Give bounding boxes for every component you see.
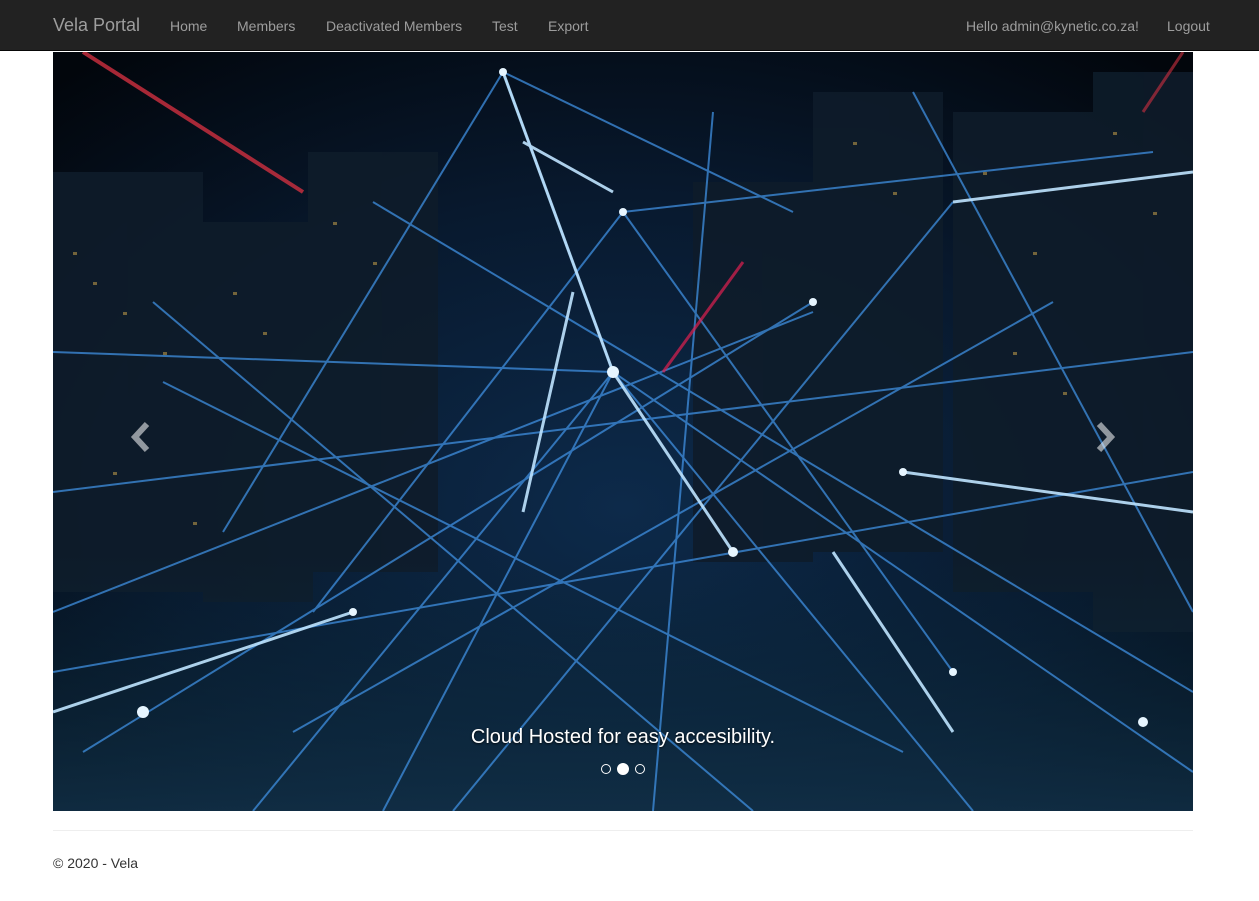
nav-deactivated-members[interactable]: Deactivated Members xyxy=(326,17,462,35)
user-greeting-link[interactable]: Hello admin@kynetic.co.za! xyxy=(966,17,1139,35)
top-navbar: Vela Portal Home Members Deactivated Mem… xyxy=(0,0,1259,51)
carousel-next-control[interactable] xyxy=(1085,412,1125,462)
footer-divider xyxy=(53,830,1193,831)
carousel-indicators xyxy=(53,763,1193,775)
hero-carousel: Cloud Hosted for easy accesibility. xyxy=(53,52,1193,811)
carousel-indicator-3[interactable] xyxy=(635,764,645,774)
nav-home[interactable]: Home xyxy=(170,17,207,35)
carousel-slide-image xyxy=(53,52,1193,811)
chevron-right-icon xyxy=(1096,421,1116,453)
chevron-left-icon xyxy=(130,421,150,453)
footer-copyright: © 2020 - Vela xyxy=(53,855,139,871)
nav-test[interactable]: Test xyxy=(492,17,518,35)
carousel-indicator-2[interactable] xyxy=(617,763,629,775)
carousel-indicator-1[interactable] xyxy=(601,764,611,774)
carousel-prev-control[interactable] xyxy=(121,412,161,462)
brand-link[interactable]: Vela Portal xyxy=(53,15,140,35)
logout-link[interactable]: Logout xyxy=(1167,17,1210,35)
nav-export[interactable]: Export xyxy=(548,17,588,35)
nav-members[interactable]: Members xyxy=(237,17,295,35)
carousel-caption: Cloud Hosted for easy accesibility. xyxy=(470,726,776,748)
